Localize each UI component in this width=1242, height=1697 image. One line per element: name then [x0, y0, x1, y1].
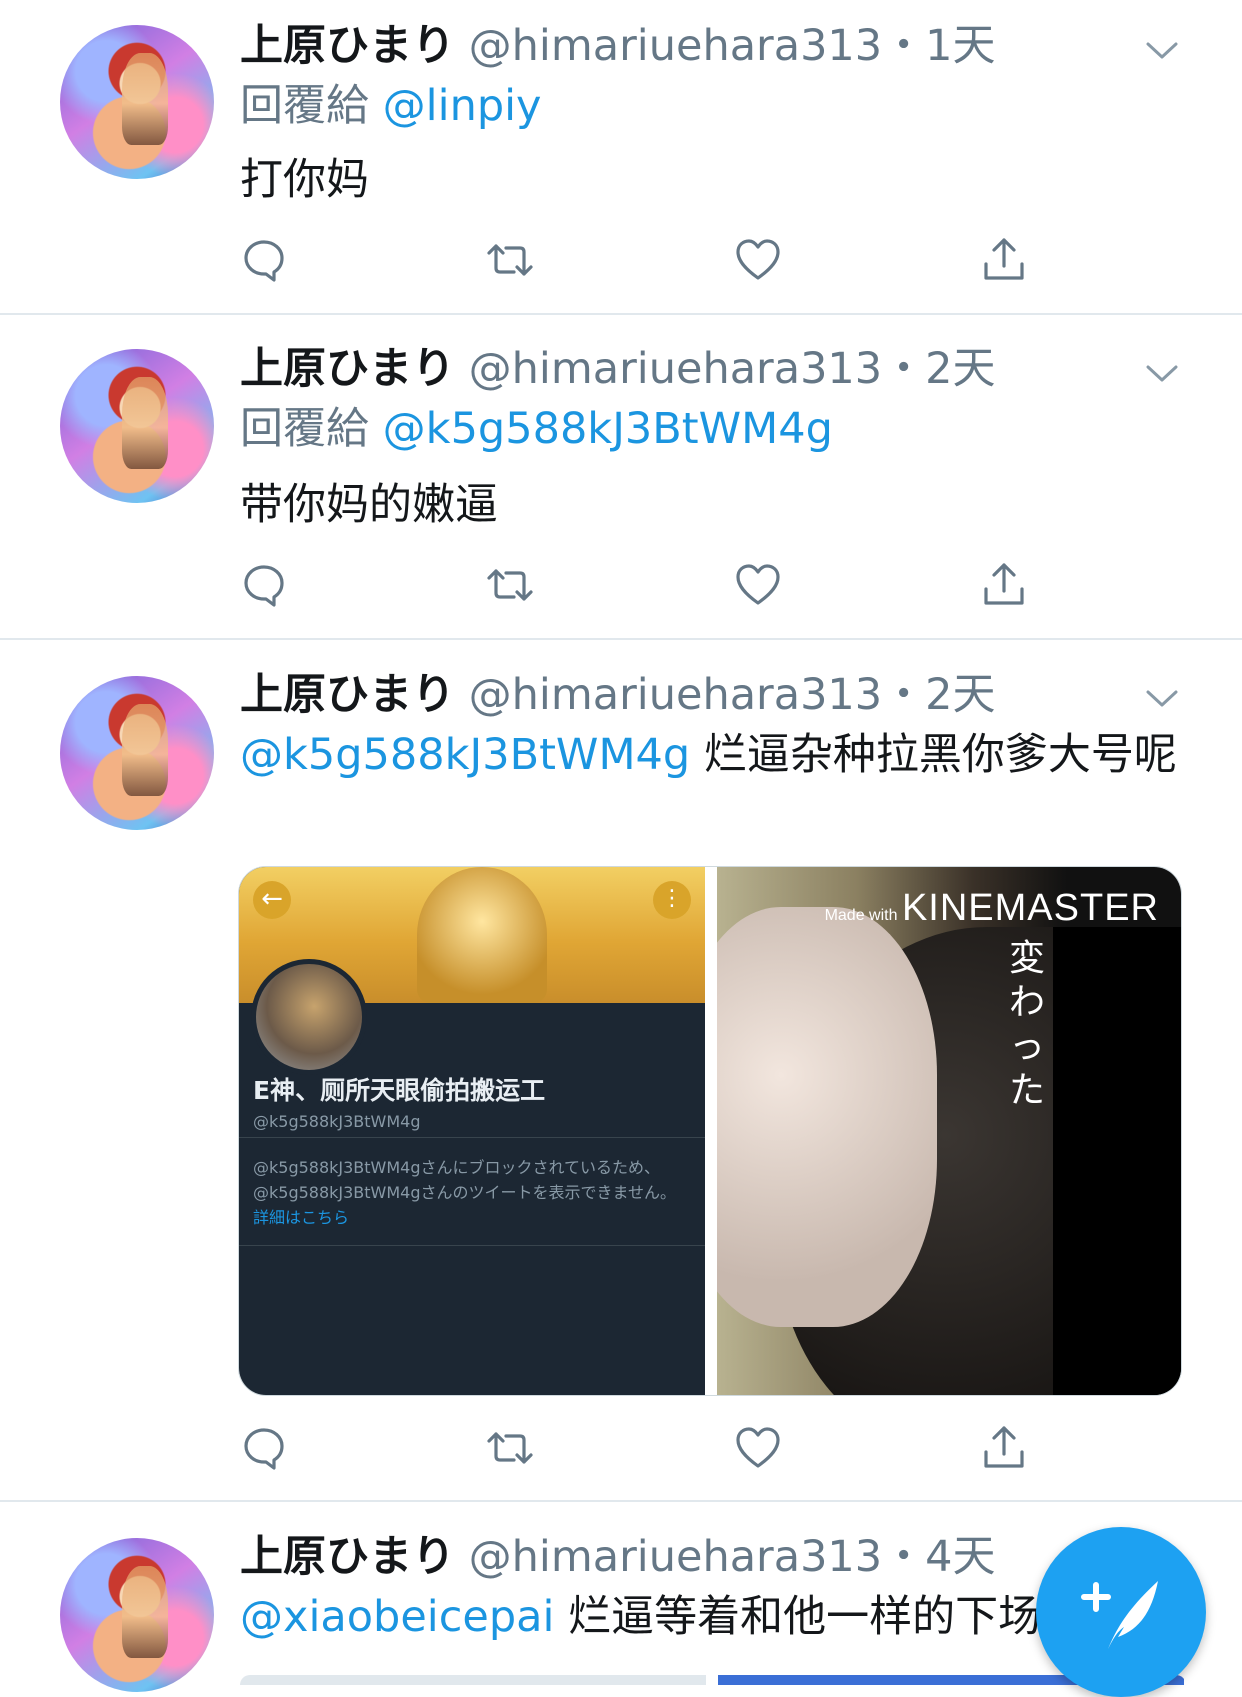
media-image-right[interactable]: Made with KINEMASTER 変わった	[717, 867, 1181, 1395]
media-grid-partial[interactable]	[240, 1675, 1186, 1685]
profile-picture	[251, 959, 367, 1075]
chevron-down-icon[interactable]	[1142, 678, 1182, 718]
tweet-header: 上原ひまり @himariuehara313・1天	[240, 16, 996, 76]
kinemaster-watermark: Made with KINEMASTER	[825, 887, 1159, 930]
divider	[239, 1245, 705, 1246]
reply-to-mention[interactable]: @linpiy	[383, 81, 542, 131]
display-name[interactable]: 上原ひまり	[240, 1532, 455, 1582]
tweet-2[interactable]: 上原ひまり @himariuehara313・2天 回覆給 @k5g588kJ3…	[0, 315, 1242, 640]
tweet-body: 烂逼等着和他一样的下场	[568, 1592, 1042, 1642]
heart-icon[interactable]	[734, 561, 782, 609]
face-shape	[717, 907, 937, 1327]
back-arrow-icon: ←	[253, 881, 291, 919]
heart-icon[interactable]	[734, 1424, 782, 1472]
reply-to-mention[interactable]: @k5g588kJ3BtWM4g	[383, 404, 833, 454]
vertical-caption: 変わった	[1008, 938, 1045, 1111]
avatar[interactable]	[60, 25, 214, 179]
blocked-notice: @k5g588kJ3BtWM4gさんにブロックされているため、@k5g588kJ…	[253, 1155, 689, 1230]
tweet-header: 上原ひまり @himariuehara313・2天	[240, 339, 996, 399]
reply-icon[interactable]	[240, 236, 288, 284]
tweet-3[interactable]: 上原ひまり @himariuehara313・2天 @k5g588kJ3BtWM…	[0, 640, 1242, 1502]
divider	[239, 1137, 705, 1138]
compose-tweet-button[interactable]	[1036, 1527, 1206, 1697]
reply-to-label: 回覆給	[240, 81, 369, 131]
media-image-left	[240, 1675, 706, 1685]
handle-time: @himariuehara313・2天	[468, 670, 996, 720]
reply-to-line: 回覆給 @linpiy	[240, 76, 542, 136]
reply-icon[interactable]	[240, 1424, 288, 1472]
profile-handle: @k5g588kJ3BtWM4g	[253, 1112, 421, 1131]
mention-link[interactable]: @k5g588kJ3BtWM4g	[240, 730, 690, 780]
action-bar	[240, 1424, 1060, 1484]
heart-icon[interactable]	[734, 236, 782, 284]
media-grid[interactable]: ← ⋮ E神、厕所天眼偷拍搬运工 @k5g588kJ3BtWM4g @k5g58…	[238, 866, 1182, 1396]
chevron-down-icon[interactable]	[1142, 30, 1182, 70]
avatar[interactable]	[60, 1538, 214, 1692]
avatar[interactable]	[60, 676, 214, 830]
learn-more-link: 詳細はこちら	[253, 1208, 350, 1227]
reply-icon[interactable]	[240, 561, 288, 609]
blocked-text: @k5g588kJ3BtWM4gさんにブロックされているため、@k5g588kJ…	[253, 1158, 677, 1202]
tweet-header: 上原ひまり @himariuehara313・4天	[240, 1527, 996, 1587]
share-icon[interactable]	[980, 561, 1028, 609]
more-options-icon: ⋮	[653, 881, 691, 919]
display-name[interactable]: 上原ひまり	[240, 344, 455, 394]
tweet-body: 烂逼杂种拉黑你爹大号呢	[703, 730, 1177, 780]
share-icon[interactable]	[980, 236, 1028, 284]
display-name[interactable]: 上原ひまり	[240, 670, 455, 720]
retweet-icon[interactable]	[486, 236, 534, 284]
mention-link[interactable]: @xiaobeicepai	[240, 1592, 554, 1642]
action-bar	[240, 236, 1060, 296]
compose-tweet-icon	[1081, 1581, 1158, 1649]
reply-to-label: 回覆給	[240, 404, 369, 454]
retweet-icon[interactable]	[486, 561, 534, 609]
chevron-down-icon[interactable]	[1142, 353, 1182, 393]
profile-name: E神、厕所天眼偷拍搬运工	[253, 1076, 546, 1105]
reply-to-line: 回覆給 @k5g588kJ3BtWM4g	[240, 399, 833, 459]
handle-time: @himariuehara313・1天	[468, 21, 996, 71]
watermark-big: KINEMASTER	[901, 887, 1159, 929]
tweet-1[interactable]: 上原ひまり @himariuehara313・1天 回覆給 @linpiy 打你…	[0, 0, 1242, 315]
tweet-text: 打你妈	[240, 155, 369, 205]
media-image-left[interactable]: ← ⋮ E神、厕所天眼偷拍搬运工 @k5g588kJ3BtWM4g @k5g58…	[239, 867, 705, 1395]
buddha-statue-image	[417, 867, 547, 1003]
retweet-icon[interactable]	[486, 1424, 534, 1472]
avatar[interactable]	[60, 349, 214, 503]
display-name[interactable]: 上原ひまり	[240, 21, 455, 71]
tweet-text: @k5g588kJ3BtWM4g 烂逼杂种拉黑你爹大号呢	[240, 725, 1190, 785]
action-bar	[240, 561, 1060, 621]
handle-time: @himariuehara313・4天	[468, 1532, 996, 1582]
share-icon[interactable]	[980, 1424, 1028, 1472]
handle-time: @himariuehara313・2天	[468, 344, 996, 394]
dark-region	[1053, 927, 1181, 1395]
tweet-header: 上原ひまり @himariuehara313・2天	[240, 665, 996, 725]
tweet-text: 带你妈的嫩逼	[240, 480, 498, 530]
watermark-small: Made with	[824, 907, 898, 924]
